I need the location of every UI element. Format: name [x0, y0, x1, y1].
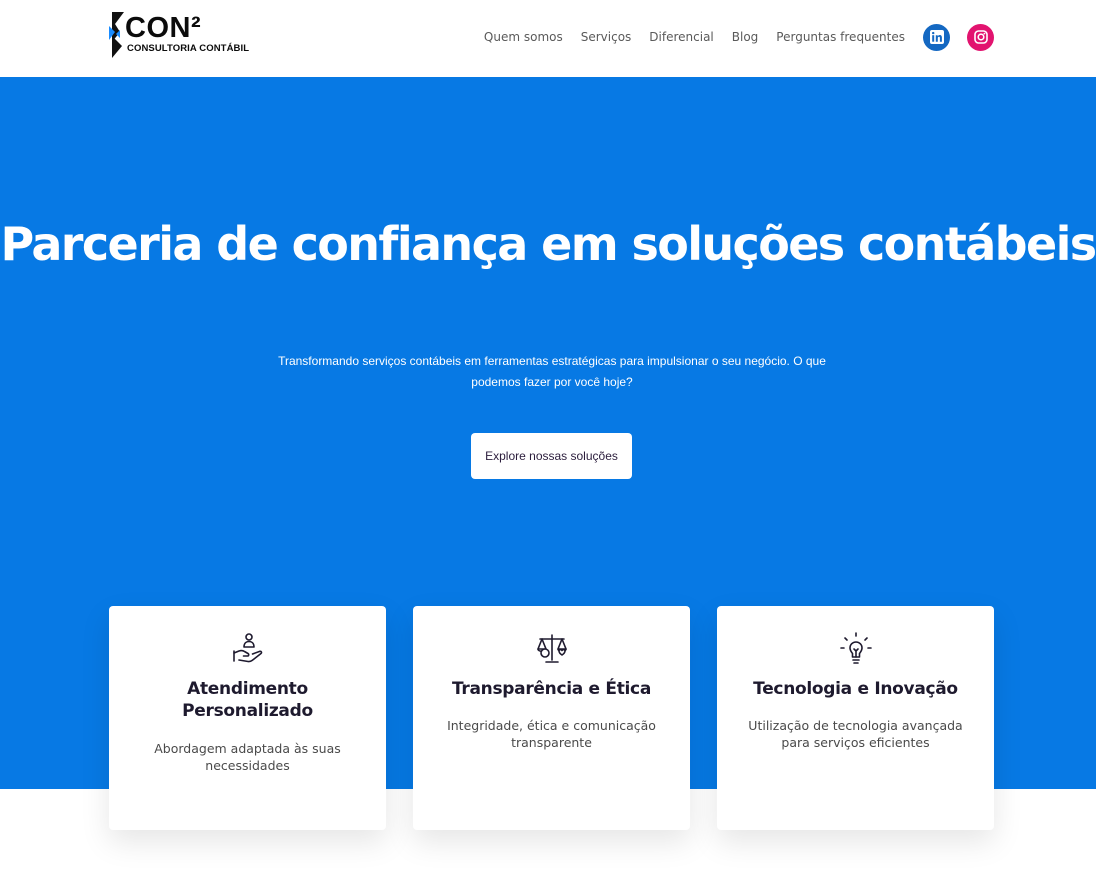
brand-logo[interactable]: CON² CONSULTORIA CONTÁBIL	[108, 12, 258, 60]
hero-subtitle: Transformando serviços contábeis em ferr…	[278, 354, 826, 389]
brand-mark-icon	[109, 12, 124, 58]
feature-card-tecnologia: Tecnologia e Inovação Utilização de tecn…	[717, 606, 994, 830]
lightbulb-icon	[839, 632, 872, 664]
instagram-button[interactable]	[967, 23, 994, 51]
nav-item-quem-somos[interactable]: Quem somos	[484, 30, 563, 44]
feature-title: Transparência e Ética	[451, 679, 652, 699]
site-header: CON² CONSULTORIA CONTÁBIL Quem somos Ser…	[0, 0, 1096, 77]
main-nav: Quem somos Serviços Diferencial Blog Per…	[484, 22, 994, 52]
nav-item-blog[interactable]: Blog	[732, 30, 759, 44]
brand-name: CON²	[125, 12, 202, 44]
feature-description: Abordagem adaptada às suas necessidades	[154, 741, 341, 773]
nav-item-servicos[interactable]: Serviços	[581, 30, 632, 44]
scale-icon	[536, 634, 567, 663]
feature-card-atendimento: Atendimento Personalizado Abordagem adap…	[109, 606, 386, 830]
nav-item-diferencial[interactable]: Diferencial	[649, 30, 713, 44]
hero-title: Parceria de confiança em soluções contáb…	[0, 217, 1096, 271]
feature-title: Tecnologia e Inovação	[753, 679, 958, 699]
brand-tagline: CONSULTORIA CONTÁBIL	[127, 43, 250, 54]
feature-description: Integridade, ética e comunicação transpa…	[447, 718, 656, 750]
instagram-icon	[973, 30, 988, 44]
explore-solutions-button[interactable]: Explore nossas soluções	[471, 433, 632, 479]
feature-card-transparencia: Transparência e Ética Integridade, ética…	[413, 606, 690, 830]
hand-person-icon	[232, 633, 262, 663]
linkedin-button[interactable]	[923, 23, 950, 51]
feature-title: Atendimento Personalizado	[182, 679, 313, 721]
linkedin-icon	[929, 30, 944, 44]
nav-item-perguntas-frequentes[interactable]: Perguntas frequentes	[776, 30, 905, 44]
feature-description: Utilização de tecnologia avançada para s…	[748, 718, 963, 750]
